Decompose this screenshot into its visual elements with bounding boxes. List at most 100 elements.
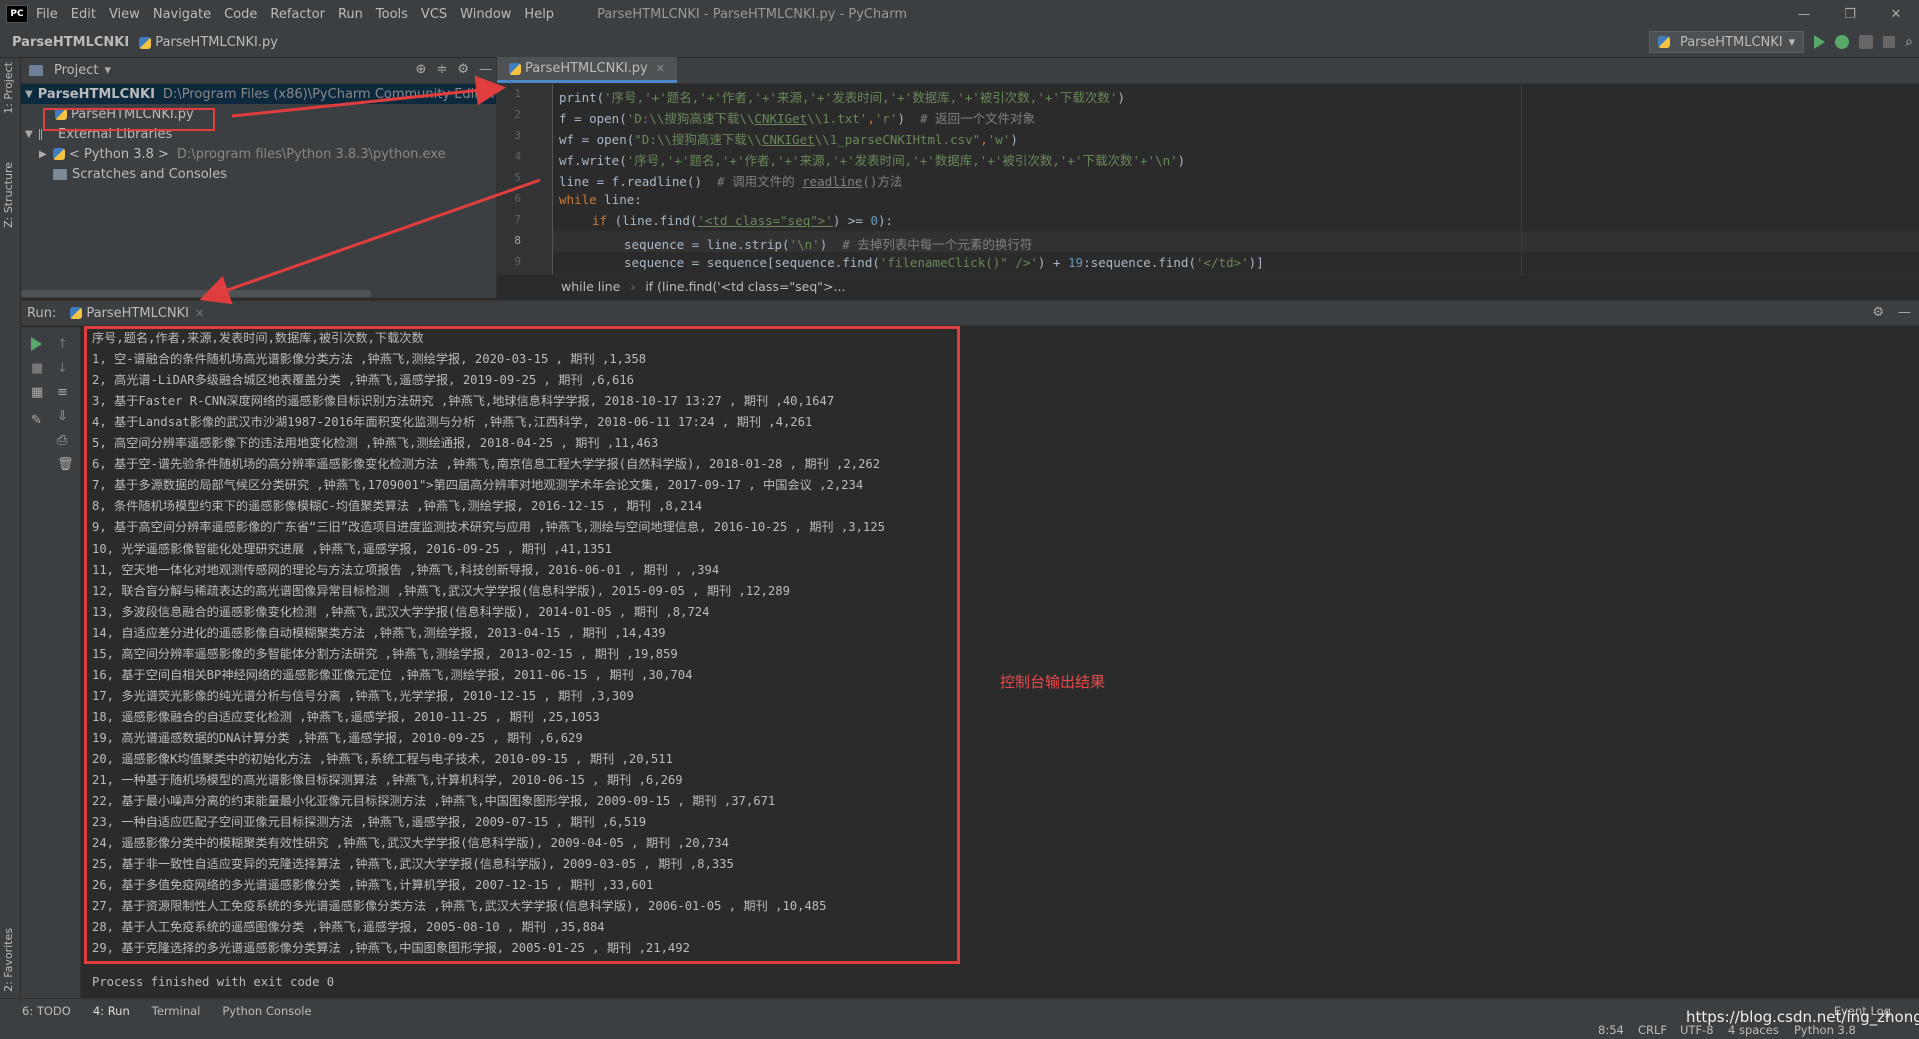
- tree-item-path: D:\program files\Python 3.8.3\python.exe: [176, 146, 446, 162]
- tree-item-path: D:\Program Files (x86)\PyCharm Community…: [162, 86, 500, 102]
- menu-tools[interactable]: Tools: [376, 7, 408, 22]
- breadcrumb-project[interactable]: ParseHTMLCNKI: [12, 35, 129, 50]
- soft-wrap-icon[interactable]: ≡: [57, 385, 71, 400]
- code-line: line = f.readline() # 调用文件的 readline()方法: [559, 174, 903, 189]
- title-bar: PC File Edit View Navigate Code Refactor Run To…: [0, 0, 1919, 28]
- python-icon: [53, 148, 65, 160]
- watermark: https://blog.csdn.net/ing_zhong: [1686, 1008, 1919, 1026]
- code-line: sequence = sequence[sequence.find('filen…: [624, 255, 1264, 270]
- down-arrow-icon[interactable]: ↓: [57, 361, 71, 376]
- menu-refactor[interactable]: Refactor: [270, 7, 325, 22]
- run-tab[interactable]: ParseHTMLCNKI ✕: [70, 306, 204, 321]
- line-number: 3: [514, 129, 521, 142]
- code-line: f = open('D:\\搜狗高速下载\\CNKIGet\\1.txt','r…: [559, 111, 1036, 126]
- print-icon[interactable]: ⎙: [57, 433, 71, 448]
- close-tab-icon[interactable]: ✕: [656, 62, 665, 75]
- tree-item-label: Scratches and Consoles: [72, 166, 228, 182]
- menu-window[interactable]: Window: [460, 7, 511, 22]
- gear-icon[interactable]: ⚙: [457, 62, 469, 77]
- scratches-icon: [53, 168, 67, 180]
- annotation-label: 控制台输出结果: [1000, 673, 1106, 691]
- run-config-label: ParseHTMLCNKI: [1679, 34, 1783, 50]
- code-line: wf.write('序号,'+'题名,'+'作者,'+'来源,'+'发表时间,'…: [559, 153, 1186, 168]
- tree-item-python-sdk[interactable]: ▶ < Python 3.8 > D:\program files\Python…: [21, 144, 496, 164]
- pycharm-logo-icon: PC: [6, 5, 28, 23]
- window-title: ParseHTMLCNKI - ParseHTMLCNKI.py - PyCha…: [597, 6, 907, 22]
- todo-tab[interactable]: 6: TODO: [22, 1004, 71, 1018]
- menu-view[interactable]: View: [109, 7, 140, 22]
- editor-breadcrumb: while line › if (line.find('<td class="s…: [497, 274, 1919, 298]
- breadcrumb-file[interactable]: ParseHTMLCNKI.py: [139, 35, 278, 50]
- expand-arrow-icon[interactable]: ▼: [25, 89, 33, 100]
- cursor-position[interactable]: 8:54: [1598, 1023, 1624, 1037]
- search-icon[interactable]: ⌕: [1905, 34, 1913, 50]
- locate-icon[interactable]: ⊕: [416, 62, 427, 77]
- chevron-down-icon: ▾: [1788, 34, 1796, 50]
- run-tab-label: ParseHTMLCNKI: [86, 305, 189, 321]
- run-toolbar: ■ ▦ ✎ ↑ ↓ ≡ ⇩ ⎙ 🗑: [21, 327, 81, 998]
- project-tool-tab[interactable]: 1: Project: [2, 62, 15, 114]
- terminal-tab[interactable]: Terminal: [152, 1004, 201, 1018]
- restore-icon[interactable]: ❐: [1827, 0, 1873, 28]
- breadcrumb-while[interactable]: while line: [561, 279, 620, 294]
- close-icon[interactable]: ✕: [1873, 0, 1919, 28]
- favorites-tool-tab[interactable]: 2: Favorites: [2, 928, 15, 992]
- debug-icon[interactable]: [1835, 35, 1850, 49]
- line-number: 1: [514, 87, 521, 100]
- line-separator[interactable]: CRLF: [1638, 1023, 1667, 1037]
- hide-icon[interactable]: —: [1898, 305, 1911, 320]
- run-icon[interactable]: [1814, 35, 1826, 49]
- line-number: 5: [514, 171, 521, 184]
- breadcrumb-if[interactable]: if (line.find('<td class="seq">...: [645, 279, 845, 294]
- stop-icon[interactable]: [1883, 36, 1896, 48]
- hide-icon[interactable]: —: [479, 62, 492, 77]
- tree-item-scratches[interactable]: Scratches and Consoles: [21, 164, 496, 184]
- tab-label: ParseHTMLCNKI.py: [525, 61, 648, 76]
- menu-help[interactable]: Help: [524, 7, 554, 22]
- breadcrumb-separator: ›: [630, 279, 636, 294]
- trash-icon[interactable]: 🗑: [57, 457, 74, 472]
- code-line: sequence = line.strip('\n') # 去掉列表中每一个元素…: [624, 237, 1033, 252]
- process-exit-line: Process finished with exit code 0: [92, 975, 335, 989]
- scroll-to-end-icon[interactable]: ⇩: [57, 409, 71, 424]
- menu-code[interactable]: Code: [224, 7, 257, 22]
- rerun-icon[interactable]: [31, 337, 42, 351]
- expand-arrow-icon[interactable]: ▶: [39, 149, 53, 160]
- tab-parsehtmlcnki-py[interactable]: ParseHTMLCNKI.py ✕: [497, 57, 677, 83]
- run-config-select[interactable]: ParseHTMLCNKI ▾: [1648, 31, 1805, 53]
- pin-icon[interactable]: ✎: [31, 413, 45, 428]
- menu-file[interactable]: File: [36, 7, 58, 22]
- gear-icon[interactable]: ⚙: [1872, 305, 1884, 320]
- up-arrow-icon[interactable]: ↑: [57, 337, 71, 352]
- coverage-icon[interactable]: [1859, 35, 1874, 49]
- menu-bar: File Edit View Navigate Code Refactor Run Tools…: [36, 7, 567, 22]
- chevron-down-icon[interactable]: ▾: [104, 63, 111, 78]
- run-label: Run:: [27, 305, 57, 321]
- stop-icon[interactable]: ■: [31, 361, 45, 376]
- layout-icon[interactable]: ▦: [31, 385, 45, 400]
- project-view-select[interactable]: Project: [54, 63, 98, 78]
- menu-edit[interactable]: Edit: [71, 7, 96, 22]
- highlight-box-console: [84, 326, 960, 964]
- structure-tool-tab[interactable]: Z: Structure: [2, 162, 15, 228]
- horizontal-scrollbar[interactable]: [21, 290, 371, 297]
- tree-item-project-root[interactable]: ▼ ParseHTMLCNKI D:\Program Files (x86)\P…: [21, 84, 500, 104]
- code-line: if (line.find('<td class="seq">') >= 0):: [592, 213, 894, 228]
- project-panel: Project ▾ ⊕ ≑ ⚙ — ▼ ParseHTMLCNKI D:\Pro…: [21, 58, 500, 298]
- line-number: 9: [514, 255, 521, 268]
- python-file-icon: [70, 307, 83, 319]
- close-tab-icon[interactable]: ✕: [195, 307, 204, 320]
- code-editor: ParseHTMLCNKI.py ✕ 1 2 3 4 5 6 7 8 9 pri…: [496, 57, 1919, 298]
- folder-icon: [29, 65, 43, 76]
- code-area[interactable]: 1 2 3 4 5 6 7 8 9 print('序号,'+'题名,'+'作者,…: [497, 84, 1919, 274]
- line-number: 2: [514, 108, 521, 121]
- python-console-tab[interactable]: Python Console: [222, 1004, 311, 1018]
- line-number: 4: [514, 150, 521, 163]
- menu-run[interactable]: Run: [338, 7, 363, 22]
- menu-vcs[interactable]: VCS: [421, 7, 447, 22]
- collapse-icon[interactable]: ≑: [436, 62, 447, 77]
- menu-navigate[interactable]: Navigate: [153, 7, 211, 22]
- expand-arrow-icon[interactable]: ▼: [25, 129, 39, 140]
- run-tool-tab[interactable]: 4: Run: [93, 1004, 130, 1018]
- minimize-icon[interactable]: —: [1781, 0, 1827, 28]
